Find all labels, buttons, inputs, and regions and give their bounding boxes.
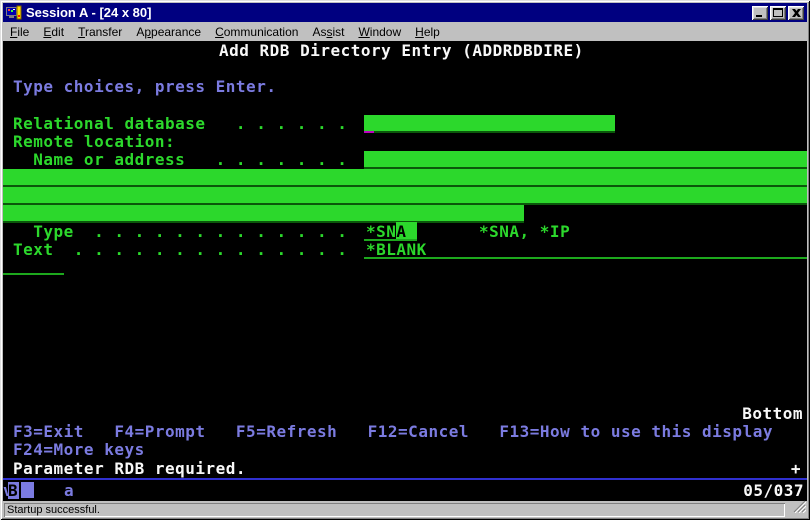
type-label: Type . . . . . . . . . . . . . bbox=[13, 223, 347, 240]
text-field[interactable]: *BLANK bbox=[366, 241, 427, 258]
function-keys-line2: F24=More keys bbox=[13, 441, 145, 458]
oia-status-row: v B a 05/037 bbox=[3, 481, 807, 501]
menu-item-assist[interactable]: Assist bbox=[305, 23, 351, 41]
name-address-label: Name or address . . . . . . . bbox=[13, 151, 347, 168]
oia-shift-indicator: a bbox=[64, 482, 74, 499]
menu-item-transfer[interactable]: Transfer bbox=[71, 23, 129, 41]
window-title: Session A - [24 x 80] bbox=[26, 5, 752, 20]
close-icon bbox=[792, 9, 801, 17]
remote-location-label: Remote location: bbox=[13, 133, 175, 150]
session-window: Session A - [24 x 80] File Edit Transfer… bbox=[0, 0, 810, 520]
oia-cursor-block bbox=[21, 482, 34, 498]
rmtlocname-field-line2[interactable] bbox=[3, 169, 807, 187]
message-line: Parameter RDB required. bbox=[13, 460, 246, 477]
text-cursor bbox=[364, 131, 374, 133]
text-field-continuation-underline[interactable] bbox=[3, 273, 64, 275]
minimize-button[interactable] bbox=[752, 6, 768, 20]
menu-item-window[interactable]: Window bbox=[351, 23, 408, 41]
more-messages-indicator: + bbox=[791, 460, 801, 477]
maximize-icon bbox=[773, 8, 783, 17]
terminal-screen[interactable]: Add RDB Directory Entry (ADDRDBDIRE) Typ… bbox=[3, 41, 807, 501]
oia-cursor-position: 05/037 bbox=[743, 482, 804, 499]
status-bar: Startup successful. bbox=[3, 502, 807, 518]
type-options: *SNA, *IP bbox=[479, 223, 570, 240]
text-label: Text . . . . . . . . . . . . . . bbox=[13, 241, 347, 258]
menu-item-appearance[interactable]: Appearance bbox=[129, 23, 208, 41]
close-button[interactable] bbox=[788, 6, 804, 20]
instruction-text: Type choices, press Enter. bbox=[13, 78, 276, 95]
oia-separator bbox=[3, 478, 807, 480]
rmtlocname-field-line3[interactable] bbox=[3, 187, 807, 205]
type-field[interactable]: *SNA bbox=[366, 223, 417, 240]
rmtlocname-field-line1[interactable] bbox=[364, 151, 807, 169]
rmtlocname-field-line4[interactable] bbox=[3, 205, 524, 223]
titlebar[interactable]: Session A - [24 x 80] bbox=[3, 3, 807, 22]
text-field-underline bbox=[364, 257, 807, 259]
rdb-label: Relational database . . . . . . bbox=[13, 115, 347, 132]
menu-item-file[interactable]: File bbox=[3, 23, 36, 41]
bottom-indicator: Bottom bbox=[742, 405, 803, 422]
maximize-button[interactable] bbox=[770, 6, 786, 20]
menu-item-edit[interactable]: Edit bbox=[36, 23, 71, 41]
app-icon[interactable] bbox=[6, 5, 22, 21]
menu-item-help[interactable]: Help bbox=[408, 23, 447, 41]
oia-block-indicator: B bbox=[8, 482, 19, 499]
menu-item-communication[interactable]: Communication bbox=[208, 23, 305, 41]
menubar: File Edit Transfer Appearance Communicat… bbox=[3, 22, 807, 41]
status-message: Startup successful. bbox=[4, 503, 785, 517]
minimize-icon bbox=[755, 8, 765, 17]
function-keys-line1: F3=Exit F4=Prompt F5=Refresh F12=Cancel … bbox=[13, 423, 773, 440]
rdb-field[interactable] bbox=[364, 115, 615, 133]
resize-grip[interactable] bbox=[793, 500, 806, 518]
screen-title: Add RDB Directory Entry (ADDRDBDIRE) bbox=[219, 42, 584, 59]
